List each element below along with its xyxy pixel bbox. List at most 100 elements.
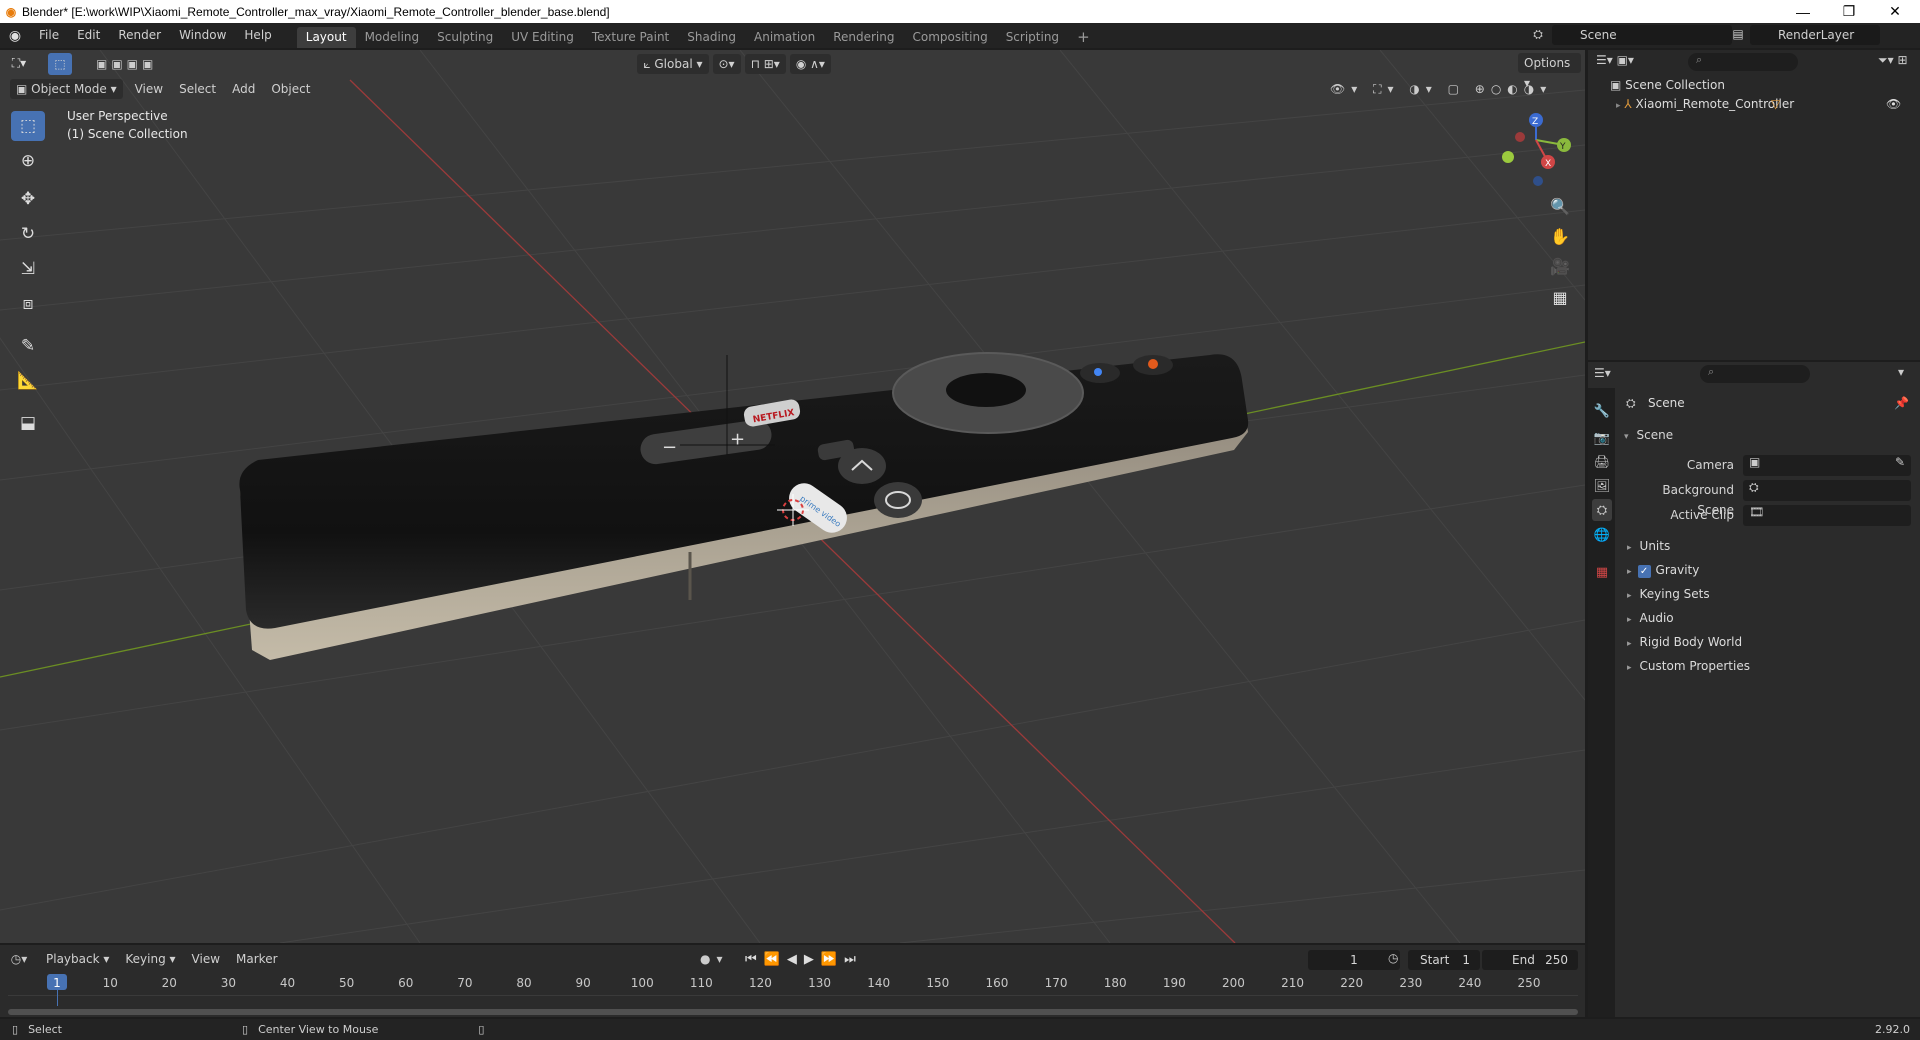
pin-icon[interactable]: 📌: [1894, 396, 1909, 410]
outliner-search-input[interactable]: ⌕: [1688, 53, 1798, 71]
keying-sets-subpanel[interactable]: ▸ Keying Sets: [1617, 582, 1920, 606]
editor-type-icon[interactable]: ⛶▾: [0, 56, 38, 71]
properties-options-icon[interactable]: ▾: [1898, 365, 1904, 379]
texture-tab-icon[interactable]: ▦: [1592, 561, 1612, 583]
options-dropdown[interactable]: Options ▾: [1518, 53, 1581, 90]
start-frame-field[interactable]: Start 1: [1408, 950, 1480, 970]
menu-object[interactable]: Object: [263, 77, 318, 101]
playback-controls-icons[interactable]: ⏮⏪◀▶⏩⏭: [745, 952, 863, 967]
camera-view-icon[interactable]: 🎥: [1545, 252, 1575, 280]
ortho-grid-icon[interactable]: ▦: [1545, 283, 1575, 311]
tab-shading[interactable]: Shading: [678, 27, 745, 48]
properties-search-input[interactable]: ⌕: [1700, 365, 1810, 383]
ruler-tick-label: 60: [398, 976, 414, 990]
end-value: 250: [1545, 953, 1568, 967]
gravity-checkbox[interactable]: ✓: [1637, 565, 1651, 578]
menu-window[interactable]: Window: [170, 23, 235, 48]
maximize-button[interactable]: ❐: [1826, 0, 1872, 23]
camera-field[interactable]: ▣ ✎: [1743, 455, 1911, 476]
audio-label: Audio: [1639, 611, 1674, 625]
scene-collection-row[interactable]: ▣ Scene Collection: [1610, 78, 1725, 92]
proportional-edit-icon[interactable]: ◉ ∧▾: [789, 53, 831, 74]
menu-marker[interactable]: Marker: [228, 947, 285, 971]
current-frame-field[interactable]: 1: [1308, 950, 1400, 970]
menu-timeline-view[interactable]: View: [184, 947, 228, 971]
menu-add[interactable]: Add: [224, 77, 263, 101]
blender-menu-icon[interactable]: ◉: [0, 28, 30, 44]
viewport-shading-icons[interactable]: 👁▾ ⛶▾ ◑▾ ▢ ⊕○◐◑▾: [1330, 82, 1552, 97]
timeline-scrollbar[interactable]: [8, 1009, 1578, 1015]
outliner-filter-icon[interactable]: ⏷▾ ⊞: [1878, 53, 1908, 68]
select-box-tool-icon[interactable]: ⬚: [11, 111, 45, 141]
ruler-tick-label: 1: [53, 976, 61, 990]
audio-subpanel[interactable]: ▸ Audio: [1617, 606, 1920, 630]
render-tab-icon[interactable]: 📷: [1592, 427, 1612, 449]
units-subpanel[interactable]: ▸ Units: [1617, 534, 1920, 558]
ruler-tick-label: 170: [1044, 976, 1068, 990]
rotate-tool-icon[interactable]: ↻: [11, 219, 45, 249]
view-layer-tab-icon[interactable]: 🖼: [1592, 475, 1612, 497]
menu-file[interactable]: File: [30, 23, 68, 48]
tab-scripting[interactable]: Scripting: [997, 27, 1068, 48]
custom-properties-subpanel[interactable]: ▸ Custom Properties: [1617, 654, 1920, 678]
tab-animation[interactable]: Animation: [745, 27, 824, 48]
scene-name-field[interactable]: Scene: [1552, 25, 1732, 45]
expand-arrow-icon[interactable]: ▸: [1616, 101, 1621, 111]
cursor-tool-icon[interactable]: ⊕: [11, 146, 45, 176]
tab-layout[interactable]: Layout: [296, 27, 356, 48]
outliner-object-row[interactable]: ▸ ⅄ Xiaomi_Remote_Controller ▽ 👁: [1616, 97, 1906, 111]
menu-edit[interactable]: Edit: [68, 23, 109, 48]
viewlayer-name-field[interactable]: RenderLayer: [1750, 25, 1880, 45]
ruler-tick-label: 30: [220, 976, 237, 990]
pivot-point-icon[interactable]: ⊙▾: [712, 53, 741, 74]
menu-keying[interactable]: Keying ▾: [117, 947, 183, 971]
output-tab-icon[interactable]: 🖨: [1592, 451, 1612, 473]
transform-tool-icon[interactable]: ⧈: [11, 289, 45, 319]
world-tab-icon[interactable]: 🌐: [1592, 524, 1612, 546]
menu-select[interactable]: Select: [171, 77, 224, 101]
tab-rendering[interactable]: Rendering: [824, 27, 903, 48]
background-scene-field[interactable]: ⛭: [1743, 480, 1911, 501]
selection-mode-icons[interactable]: ▣▣▣▣: [96, 57, 157, 71]
scene-selector-icon[interactable]: ⛭: [1526, 27, 1550, 45]
properties-editor-icon[interactable]: ☰▾: [1594, 366, 1611, 380]
tool-tab-icon[interactable]: 🔧: [1592, 400, 1612, 422]
annotate-tool-icon[interactable]: ✎: [11, 331, 45, 361]
timeline-editor-icon[interactable]: ◷▾: [0, 952, 38, 966]
pan-hand-icon[interactable]: ✋: [1545, 222, 1575, 250]
outliner-editor-icon[interactable]: ☰▾ ▣▾: [1596, 53, 1634, 67]
measure-tool-icon[interactable]: 📐: [11, 366, 45, 396]
scene-section-header[interactable]: ▾ Scene: [1624, 425, 1673, 445]
tab-sculpting[interactable]: Sculpting: [428, 27, 502, 48]
menu-help[interactable]: Help: [235, 23, 280, 48]
scene-tab-icon[interactable]: ⛭: [1592, 499, 1612, 521]
menu-view[interactable]: View: [127, 77, 171, 101]
tab-modeling[interactable]: Modeling: [356, 27, 429, 48]
end-frame-field[interactable]: End 250: [1482, 950, 1578, 970]
viewport-3d[interactable]: − + NETFLIX prime video Z Y X: [0, 50, 1585, 943]
move-tool-icon[interactable]: ✥: [11, 184, 45, 214]
minimize-button[interactable]: —: [1780, 0, 1826, 23]
tab-uv-editing[interactable]: UV Editing: [502, 27, 583, 48]
close-button[interactable]: ✕: [1872, 0, 1918, 23]
add-workspace-button[interactable]: +: [1068, 27, 1099, 48]
record-icon[interactable]: ●▾: [700, 952, 729, 966]
object-mode-dropdown[interactable]: ▣ Object Mode ▾: [10, 79, 123, 99]
active-clip-field[interactable]: 🎞: [1743, 505, 1911, 526]
transform-orientation-dropdown[interactable]: ⟀ Global ▾: [637, 53, 709, 74]
select-mode-icon[interactable]: ⬚: [48, 52, 72, 75]
navigation-gizmo: Z Y X: [1502, 113, 1571, 186]
expand-icon: ▸: [1627, 567, 1632, 577]
clock-icon[interactable]: ◷: [1388, 951, 1398, 965]
scale-tool-icon[interactable]: ⇲: [11, 254, 45, 284]
tab-texture-paint[interactable]: Texture Paint: [583, 27, 678, 48]
zoom-icon[interactable]: 🔍: [1545, 192, 1575, 220]
menu-playback[interactable]: Playback ▾: [38, 947, 117, 971]
tab-compositing[interactable]: Compositing: [903, 27, 996, 48]
gravity-subpanel[interactable]: ▸ ✓ Gravity: [1617, 558, 1920, 582]
snap-icon[interactable]: ⊓ ⊞▾: [744, 53, 786, 74]
rigid-body-world-subpanel[interactable]: ▸ Rigid Body World: [1617, 630, 1920, 654]
add-cube-tool-icon[interactable]: ⬓: [11, 408, 45, 438]
menu-render[interactable]: Render: [109, 23, 170, 48]
visibility-eye-icon[interactable]: 👁: [1886, 97, 1901, 111]
